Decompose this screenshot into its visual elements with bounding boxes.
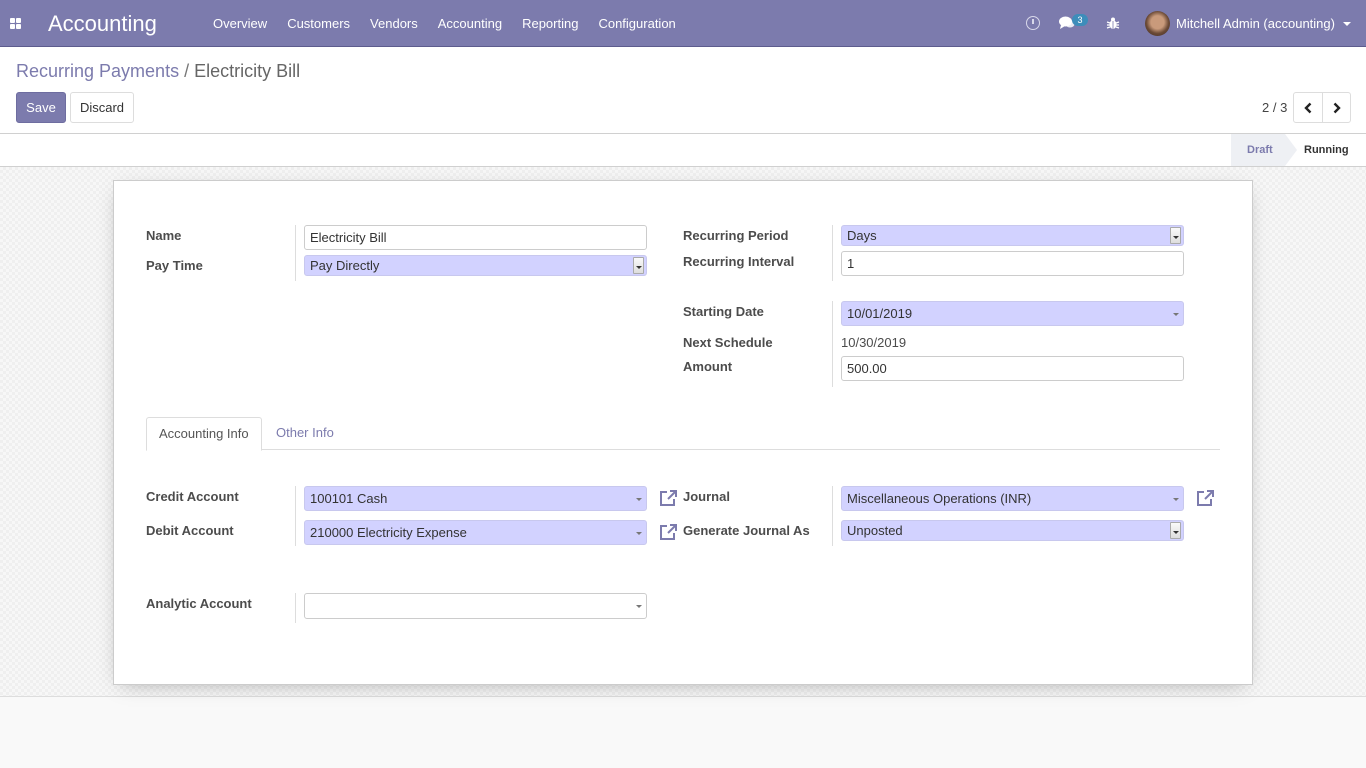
credit-account-select[interactable]: 100101 Cash [304, 486, 647, 511]
credit-account-label: Credit Account [146, 489, 239, 504]
caret-down-icon[interactable] [1343, 22, 1351, 26]
select-arrow-icon [1170, 227, 1181, 244]
debit-account-select[interactable]: 210000 Electricity Expense [304, 520, 647, 545]
recurring-interval-input[interactable]: 1 [841, 251, 1184, 276]
pay-time-value: Pay Directly [310, 258, 380, 273]
group-divider [295, 593, 296, 623]
user-avatar[interactable] [1145, 11, 1170, 36]
starting-date-input[interactable]: 10/01/2019 [841, 301, 1184, 326]
starting-date-label: Starting Date [683, 304, 764, 319]
menu-configuration[interactable]: Configuration [588, 0, 685, 47]
generate-journal-as-select[interactable]: Unposted [841, 520, 1184, 541]
breadcrumb: Recurring Payments / Electricity Bill [16, 61, 300, 82]
pager-next-button[interactable] [1322, 93, 1350, 122]
recurring-period-value: Days [847, 228, 877, 243]
group-divider [832, 301, 833, 387]
activity-clock-icon[interactable] [1026, 16, 1040, 30]
group-divider [295, 486, 296, 546]
chevron-right-icon [1333, 102, 1341, 113]
tab-accounting-info[interactable]: Accounting Info [146, 417, 262, 451]
status-bar: Draft Running [0, 134, 1366, 167]
stage-draft[interactable]: Draft [1231, 134, 1297, 166]
caret-down-icon [636, 605, 642, 608]
pay-time-label: Pay Time [146, 258, 203, 273]
menu-customers[interactable]: Customers [277, 0, 360, 47]
menu-reporting[interactable]: Reporting [512, 0, 588, 47]
next-schedule-value: 10/30/2019 [841, 335, 907, 350]
generate-journal-as-value: Unposted [847, 523, 903, 538]
select-arrow-icon [1170, 522, 1181, 539]
external-link-icon[interactable] [1195, 489, 1215, 507]
caret-down-icon [1173, 498, 1179, 501]
starting-date-value: 10/01/2019 [847, 306, 913, 321]
caret-down-icon [636, 498, 642, 501]
analytic-account-label: Analytic Account [146, 596, 252, 611]
external-link-icon[interactable] [658, 523, 678, 541]
menu-vendors[interactable]: Vendors [360, 0, 428, 47]
journal-value: Miscellaneous Operations (INR) [847, 491, 1032, 506]
group-divider [832, 486, 833, 546]
pager-previous-button[interactable] [1294, 93, 1322, 122]
journal-label: Journal [683, 489, 730, 504]
analytic-account-select[interactable] [304, 593, 647, 619]
generate-journal-as-label: Generate Journal As [683, 523, 810, 538]
app-title: Accounting [48, 11, 157, 36]
top-navbar: Accounting Overview Customers Vendors Ac… [0, 0, 1366, 47]
breadcrumb-current: Electricity Bill [194, 61, 301, 81]
breadcrumb-separator: / [184, 61, 190, 81]
recurring-period-select[interactable]: Days [841, 225, 1184, 246]
group-divider [295, 225, 296, 281]
control-panel: Recurring Payments / Electricity Bill Save… [0, 47, 1366, 134]
user-menu[interactable]: Mitchell Admin (accounting) [1176, 16, 1335, 31]
main-menu: Overview Customers Vendors Accounting Re… [203, 0, 686, 47]
group-divider [832, 225, 833, 281]
debug-bug-icon[interactable] [1106, 16, 1120, 30]
next-schedule-label: Next Schedule [683, 335, 773, 350]
caret-down-icon [636, 532, 642, 535]
select-arrow-icon [633, 257, 644, 274]
name-label: Name [146, 228, 182, 243]
pager-value[interactable]: 2 / 3 [1262, 100, 1287, 115]
stage-running[interactable]: Running [1304, 134, 1349, 166]
apps-menu-icon[interactable] [10, 18, 22, 30]
breadcrumb-recurring-payments[interactable]: Recurring Payments [16, 61, 179, 81]
chevron-left-icon [1304, 102, 1312, 113]
menu-overview[interactable]: Overview [203, 0, 277, 47]
notebook-tabs: Accounting Info Other Info [146, 417, 1220, 451]
chat-badge: 3 [1072, 14, 1088, 26]
pay-time-select[interactable]: Pay Directly [304, 255, 647, 276]
debit-account-label: Debit Account [146, 523, 234, 538]
recurring-interval-label: Recurring Interval [683, 254, 795, 269]
external-link-icon[interactable] [658, 489, 678, 507]
credit-account-value: 100101 Cash [310, 491, 388, 506]
tab-other-info[interactable]: Other Info [264, 417, 346, 450]
debit-account-value: 210000 Electricity Expense [310, 525, 467, 540]
pager-buttons [1293, 92, 1351, 123]
journal-select[interactable]: Miscellaneous Operations (INR) [841, 486, 1184, 511]
amount-label: Amount [683, 359, 733, 374]
caret-down-icon [1173, 313, 1179, 316]
discard-button[interactable]: Discard [70, 92, 134, 123]
menu-accounting[interactable]: Accounting [428, 0, 512, 47]
recurring-period-label: Recurring Period [683, 228, 789, 243]
save-button[interactable]: Save [16, 92, 66, 123]
name-input[interactable]: Electricity Bill [304, 225, 647, 250]
amount-input[interactable]: 500.00 [841, 356, 1184, 381]
